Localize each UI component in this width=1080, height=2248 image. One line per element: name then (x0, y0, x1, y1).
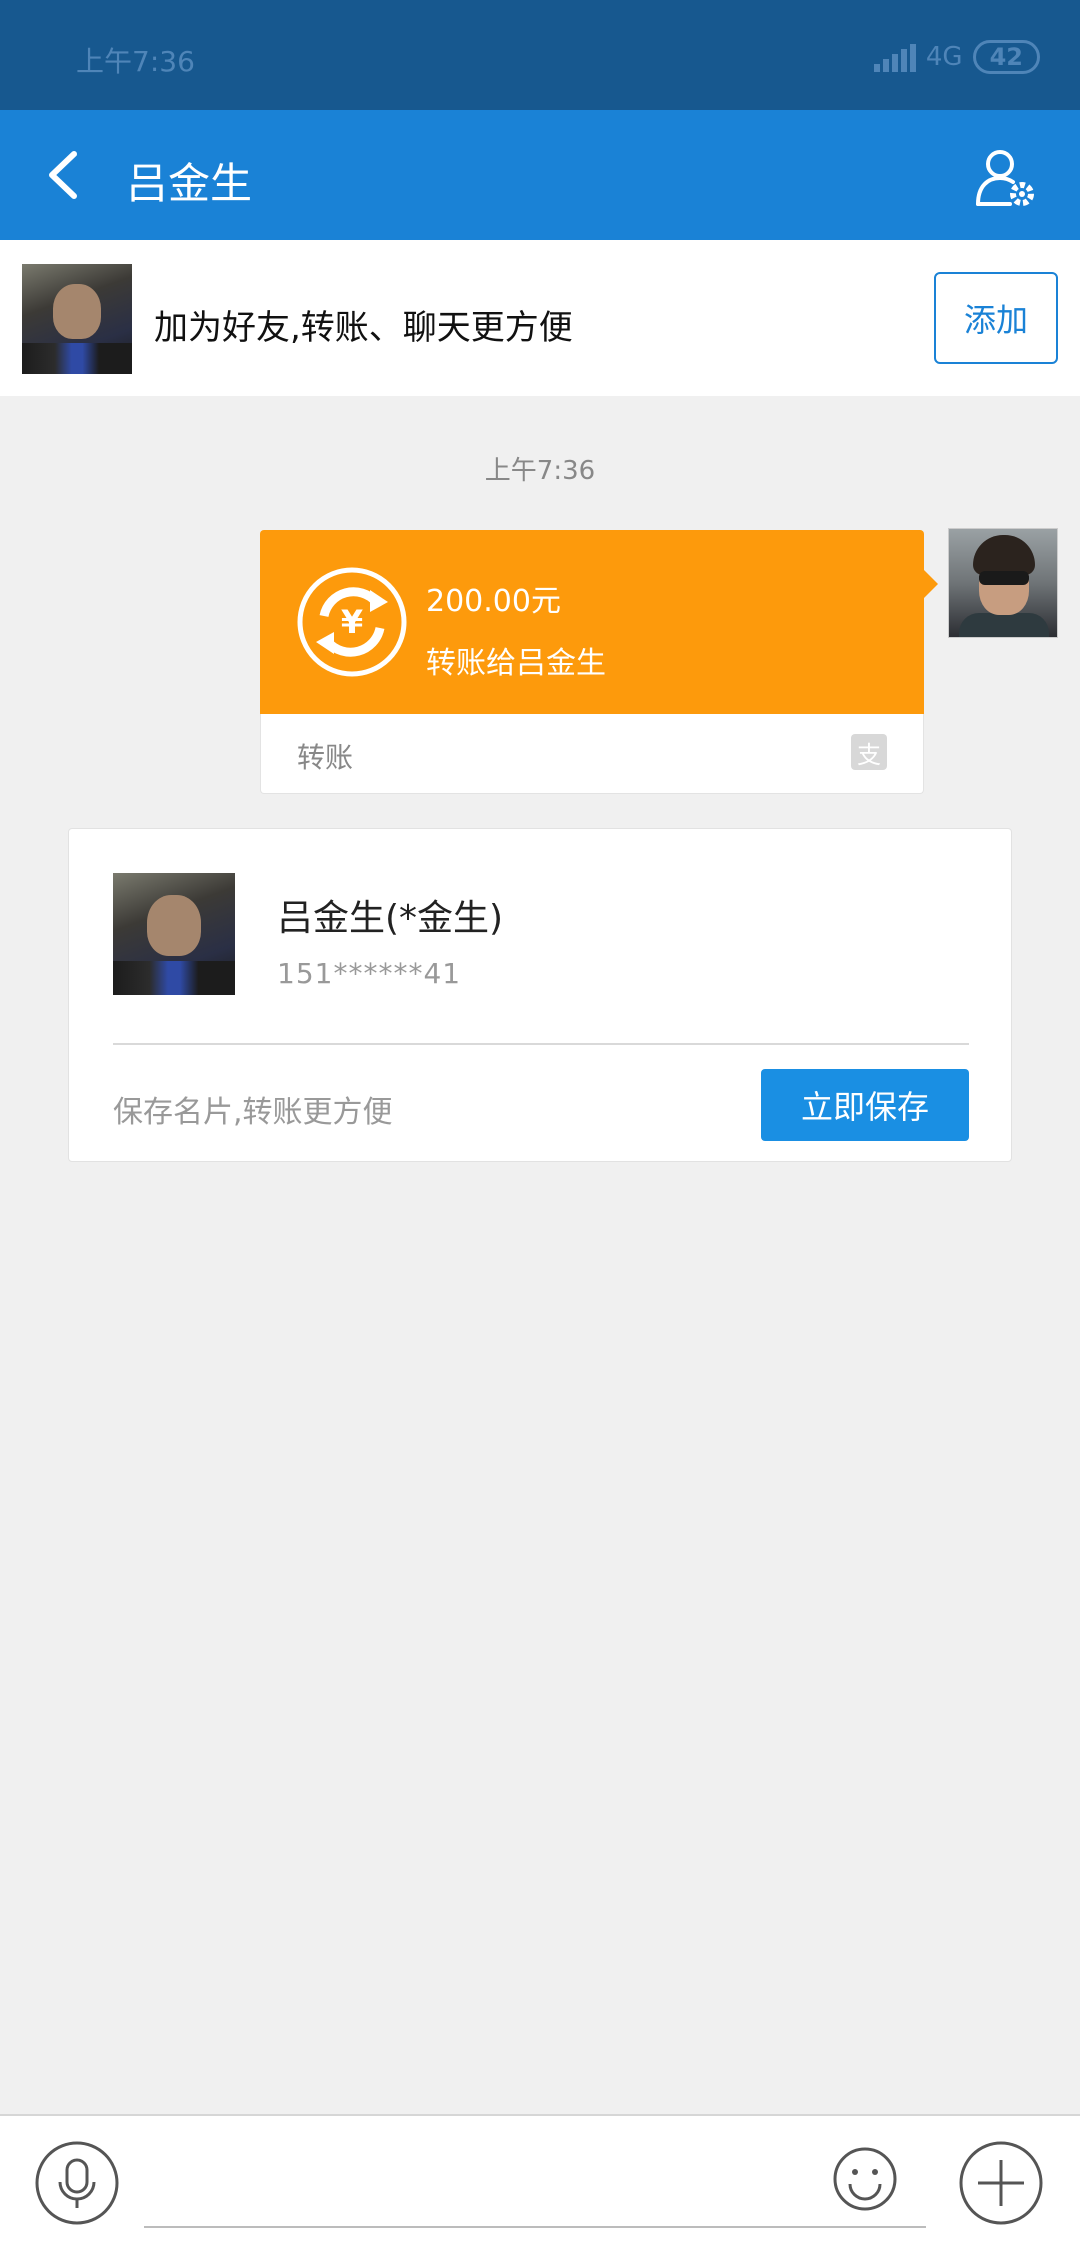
alipay-icon: 支 (851, 734, 887, 770)
svg-text:¥: ¥ (341, 603, 363, 641)
transfer-description: 转账给吕金生 (426, 646, 606, 681)
card-avatar (113, 873, 235, 995)
back-icon[interactable] (40, 148, 90, 202)
card-phone: 151******41 (277, 957, 462, 990)
transfer-message-body: ¥ 200.00元 转账给吕金生 (260, 530, 924, 714)
transfer-label: 转账 (297, 741, 354, 774)
card-divider (113, 1043, 969, 1045)
transfer-amount: 200.00元 (426, 584, 561, 619)
transfer-message[interactable]: ¥ 200.00元 转账给吕金生 转账 支 (260, 530, 938, 794)
plus-icon[interactable] (958, 2140, 1044, 2226)
save-hint: 保存名片,转账更方便 (113, 1095, 393, 1130)
input-bar (0, 2114, 1080, 2248)
chat-header: 吕金生 (0, 110, 1080, 240)
network-type: 4G (925, 42, 963, 72)
yuan-transfer-icon: ¥ (297, 567, 407, 677)
microphone-icon[interactable] (34, 2140, 120, 2226)
status-time: 上午7:36 (76, 45, 195, 78)
add-friend-hint: 加为好友,转账、聊天更方便 (154, 308, 573, 348)
save-contact-button[interactable]: 立即保存 (761, 1069, 969, 1141)
add-friend-button[interactable]: 添加 (934, 272, 1058, 364)
bubble-tail (924, 570, 938, 598)
signal-icon (873, 42, 916, 72)
contact-card: 吕金生(*金生) 151******41 保存名片,转账更方便 立即保存 (68, 828, 1012, 1162)
transfer-footer: 转账 支 (260, 714, 924, 794)
user-settings-icon[interactable] (974, 146, 1038, 210)
card-name: 吕金生(*金生) (277, 898, 504, 939)
message-input[interactable] (144, 2136, 926, 2228)
status-right: 4G 42 (873, 40, 1040, 74)
status-bar: 上午7:36 4G 42 (0, 0, 1080, 110)
add-friend-bar: 加为好友,转账、聊天更方便 添加 (0, 240, 1080, 396)
chat-title: 吕金生 (126, 159, 253, 208)
emoji-icon[interactable] (832, 2146, 898, 2212)
my-avatar[interactable] (948, 528, 1058, 638)
battery-indicator: 42 (972, 40, 1040, 74)
contact-avatar[interactable] (22, 264, 132, 374)
message-timestamp: 上午7:36 (484, 456, 596, 486)
